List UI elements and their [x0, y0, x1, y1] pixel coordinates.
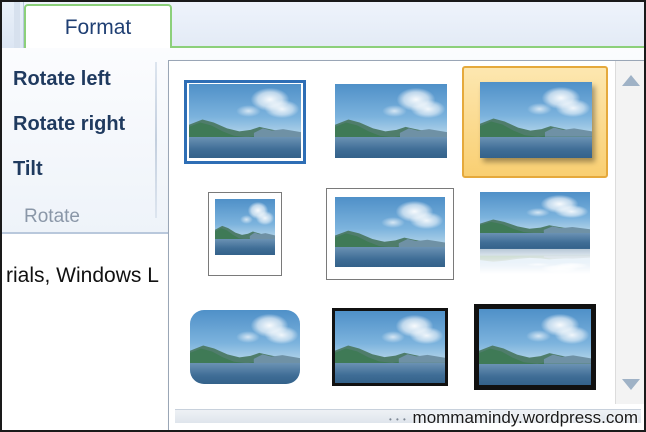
- gallery-tile-thin-black-frame[interactable]: [332, 308, 448, 386]
- landscape-thumbnail: [189, 84, 301, 158]
- thumbnail-reflection: [480, 249, 590, 274]
- picture-frame: [208, 192, 282, 276]
- landscape-thumbnail: [335, 84, 447, 158]
- landscape-thumbnail: [480, 82, 592, 158]
- gallery-tile-white-frame-small[interactable]: [208, 192, 282, 276]
- document-text: rials, Windows L: [6, 264, 159, 287]
- ribbon-tab-row: Format: [2, 2, 644, 50]
- rotate-group-label: Rotate: [24, 206, 80, 227]
- landscape-thumbnail: [190, 310, 300, 384]
- tab-divider: [14, 2, 20, 48]
- gallery-tile-shadow[interactable]: [480, 82, 592, 158]
- landscape-thumbnail: [480, 192, 590, 250]
- tab-format-label: Format: [64, 16, 132, 39]
- gallery-tile-reflection[interactable]: [480, 192, 590, 274]
- screenshot-frame: Format Rotate left Rotate right Tilt Rot…: [0, 0, 646, 432]
- resize-grip-icon[interactable]: • • •: [389, 415, 407, 424]
- landscape-thumbnail: [332, 308, 448, 386]
- landscape-thumbnail: [215, 199, 275, 255]
- gallery-scrollbar[interactable]: [615, 61, 644, 404]
- gallery-tile-rounded[interactable]: [190, 310, 300, 384]
- watermark-text: mommamindy.wordpress.com: [412, 408, 638, 427]
- gallery-tile-plain[interactable]: [335, 84, 447, 158]
- gallery-tile-white-frame[interactable]: [326, 188, 454, 280]
- gallery-tile-thick-black-frame[interactable]: [474, 304, 596, 390]
- group-separator: [155, 62, 157, 218]
- tab-format[interactable]: Format: [24, 4, 172, 50]
- tilt-button[interactable]: Tilt: [13, 158, 43, 181]
- picture-frame: [326, 188, 454, 280]
- previous-tab-stub[interactable]: [2, 2, 24, 48]
- landscape-thumbnail: [474, 304, 596, 390]
- landscape-thumbnail: [335, 197, 445, 267]
- rotate-left-button[interactable]: Rotate left: [13, 68, 111, 91]
- scroll-down-icon[interactable]: [622, 379, 640, 390]
- gallery-tile-plain[interactable]: [189, 84, 301, 158]
- scroll-up-icon[interactable]: [622, 75, 640, 86]
- rotate-right-button[interactable]: Rotate right: [13, 113, 125, 136]
